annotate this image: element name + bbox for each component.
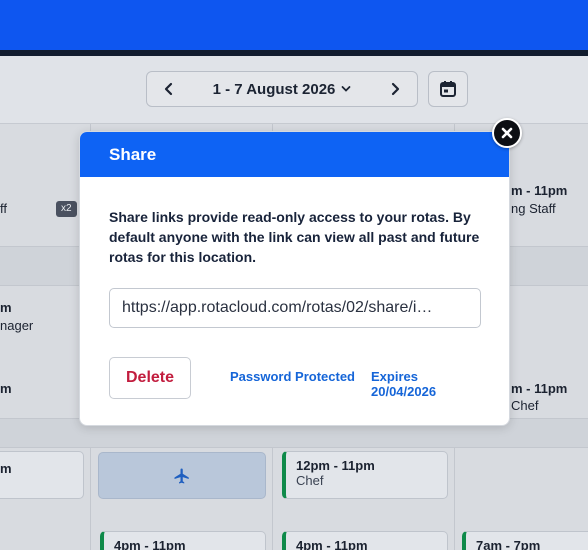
modal-footer: Delete Password Protected Expires 20/04/…: [109, 357, 481, 399]
delete-button[interactable]: Delete: [109, 357, 191, 399]
shift-time-fragment: m - 11pm: [511, 183, 568, 198]
shift-time-fragment: m - 11pm: [511, 381, 568, 396]
share-description: Share links provide read-only access to …: [109, 209, 480, 265]
expiry-date-link[interactable]: Expires 20/04/2026: [371, 369, 481, 399]
calendar-icon: [440, 81, 456, 97]
shift-role: Chef: [296, 473, 324, 488]
shift-time: 4pm - 11pm: [114, 538, 186, 550]
leave-block[interactable]: [98, 452, 266, 499]
shift-time-fragment: m: [0, 381, 12, 396]
shift-card[interactable]: [0, 451, 84, 499]
shift-time: 12pm - 11pm: [296, 458, 375, 473]
shift-card[interactable]: 4pm - 11pm: [100, 531, 266, 550]
close-icon: [501, 127, 513, 139]
date-range-label: 1 - 7 August 2026: [212, 80, 336, 98]
shift-time: 4pm - 11pm: [296, 538, 368, 550]
share-link-field[interactable]: https://app.rotacloud.com/rotas/02/share…: [109, 288, 481, 328]
share-modal: Share Share links provide read-only acce…: [79, 131, 510, 426]
prev-week-button[interactable]: [159, 79, 179, 99]
close-modal-button[interactable]: [492, 118, 522, 148]
calendar-button[interactable]: [428, 71, 468, 107]
modal-body: Share links provide read-only access to …: [80, 177, 509, 328]
shift-card[interactable]: 4pm - 11pm: [282, 531, 448, 550]
chevron-down-icon: [342, 86, 351, 92]
shift-role-fragment: ng Staff: [511, 201, 556, 216]
shift-time: 7am - 7pm: [476, 538, 541, 550]
chevron-right-icon: [391, 82, 400, 96]
shift-card[interactable]: 12pm - 11pm Chef: [282, 451, 448, 499]
password-protected-link[interactable]: Password Protected: [230, 369, 355, 384]
next-week-button[interactable]: [385, 79, 405, 99]
shift-card[interactable]: 7am - 7pm: [462, 531, 588, 550]
shift-role-fragment: nager: [0, 318, 34, 333]
shift-role-fragment: ff: [0, 201, 7, 216]
chevron-left-icon: [164, 82, 173, 96]
shift-time-fragment: m: [0, 461, 12, 476]
share-link-value: https://app.rotacloud.com/rotas/02/share…: [122, 299, 433, 316]
shift-role-fragment: Chef: [511, 398, 539, 413]
plane-icon: [174, 468, 189, 483]
app-top-bar: [0, 0, 588, 56]
modal-title: Share: [80, 132, 509, 177]
date-range-selector[interactable]: 1 - 7 August 2026: [213, 81, 352, 98]
shift-time-fragment: m: [0, 300, 12, 315]
date-range-nav: 1 - 7 August 2026: [146, 71, 418, 107]
shift-count-badge: x2: [56, 201, 77, 217]
